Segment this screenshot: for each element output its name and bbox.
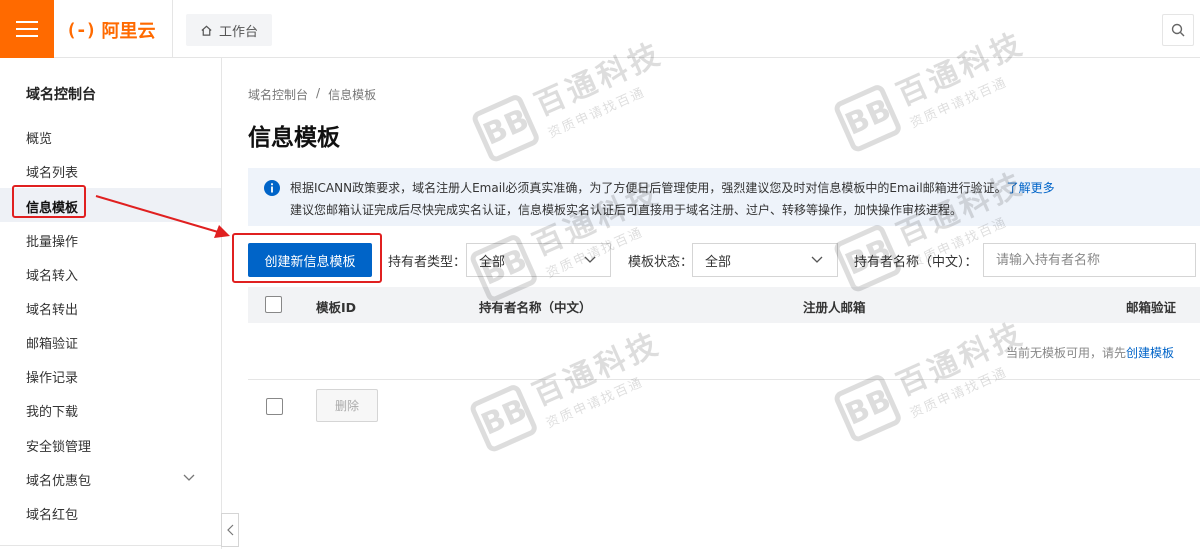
owner-name-label: 持有者名称（中文）：	[854, 255, 978, 270]
create-template-link[interactable]: 创建模板	[1126, 346, 1174, 360]
hamburger-menu-icon[interactable]	[0, 0, 54, 58]
topbar-divider	[172, 0, 173, 58]
owner-type-value: 全部	[479, 254, 506, 270]
breadcrumb-current: 信息模板	[328, 88, 377, 102]
column-email-verified: 邮箱验证	[1126, 300, 1177, 315]
sidebar-item-overview[interactable]: 概览	[26, 128, 52, 147]
watermark-logo: BB	[831, 82, 904, 154]
status-label: 模板状态：	[628, 255, 694, 270]
workbench-label: 工作台	[219, 24, 259, 40]
table-header: 模板ID 持有者名称（中文） 注册人邮箱 邮箱验证	[248, 287, 1200, 323]
sidebar-item-transfer-in[interactable]: 域名转入	[26, 265, 78, 284]
empty-message: 当前无模板可用，请先创建模板	[1006, 344, 1174, 361]
status-select[interactable]: 全部	[692, 243, 838, 277]
info-icon	[264, 180, 280, 196]
owner-type-select[interactable]: 全部	[466, 243, 611, 277]
home-icon	[201, 25, 212, 36]
logo-mark: (-)	[66, 19, 96, 41]
learn-more-link[interactable]: 了解更多	[1007, 181, 1055, 195]
breadcrumb-separator: /	[316, 86, 321, 100]
watermark-subtext: 资质申请找百通	[907, 75, 1011, 132]
sidebar-item-discount-pack[interactable]: 域名优惠包	[26, 470, 91, 489]
sidebar-item-security-lock[interactable]: 安全锁管理	[26, 436, 91, 455]
empty-text: 当前无模板可用，请先	[1005, 346, 1126, 360]
logo-text: 阿里云	[101, 21, 156, 42]
search-icon	[1171, 23, 1185, 37]
sidebar-item-red-packet[interactable]: 域名红包	[26, 504, 78, 523]
sidebar-item-downloads[interactable]: 我的下载	[26, 401, 78, 420]
filter-bar: 创建新信息模板 持有者类型： 全部 模板状态： 全部 持有者名称（中文）：	[248, 243, 1200, 277]
search-button[interactable]	[1162, 14, 1194, 46]
sidebar-divider	[0, 545, 221, 546]
breadcrumb-root[interactable]: 域名控制台	[248, 86, 308, 103]
aliyun-logo[interactable]: (-) 阿里云	[66, 17, 156, 43]
sidebar-item-transfer-out[interactable]: 域名转出	[26, 299, 78, 318]
bulk-select-checkbox[interactable]	[266, 398, 283, 415]
column-registrant-email: 注册人邮箱	[803, 300, 866, 315]
chevron-left-icon	[226, 524, 233, 536]
notice-line-1: 根据ICANN政策要求，域名注册人Email必须真实准确，为了方便日后管理使用，…	[290, 177, 1200, 199]
watermark-logo: BB	[469, 92, 542, 164]
chevron-down-icon	[811, 256, 823, 263]
info-notice: 根据ICANN政策要求，域名注册人Email必须真实准确，为了方便日后管理使用，…	[248, 168, 1200, 226]
status-value: 全部	[705, 254, 732, 270]
watermark-logo: BB	[467, 382, 540, 454]
sidebar-item-email-verify[interactable]: 邮箱验证	[26, 333, 78, 352]
sidebar-item-domain-list[interactable]: 域名列表	[26, 162, 78, 181]
sidebar-item-batch[interactable]: 批量操作	[26, 231, 78, 250]
sidebar: 域名控制台 概览 域名列表 信息模板 批量操作 域名转入 域名转出 邮箱验证 操…	[0, 58, 222, 549]
annotation-box-create	[232, 233, 382, 283]
watermark-subtext: 资质申请找百通	[545, 85, 649, 142]
chevron-down-icon[interactable]	[183, 474, 195, 482]
sidebar-collapse-button[interactable]	[221, 513, 239, 547]
watermark-logo: BB	[831, 372, 904, 444]
sidebar-title: 域名控制台	[26, 87, 96, 103]
delete-button[interactable]: 删除	[316, 389, 378, 422]
table-empty-row: 当前无模板可用，请先创建模板	[248, 323, 1200, 380]
owner-name-input[interactable]	[983, 243, 1196, 277]
column-template-id: 模板ID	[316, 300, 357, 315]
page-title: 信息模板	[248, 125, 340, 151]
owner-type-label: 持有者类型：	[388, 255, 467, 270]
breadcrumb: 域名控制台 / 信息模板	[248, 86, 376, 103]
notice-text-1: 根据ICANN政策要求，域名注册人Email必须真实准确，为了方便日后管理使用，…	[290, 181, 1007, 195]
sidebar-item-op-log[interactable]: 操作记录	[26, 367, 78, 386]
notice-line-2: 建议您邮箱认证完成后尽快完成实名认证，信息模板实名认证后可直接用于域名注册、过户…	[290, 203, 963, 217]
column-owner-name: 持有者名称（中文）	[479, 300, 592, 315]
annotation-box-sidebar	[12, 185, 86, 218]
workbench-button[interactable]: 工作台	[186, 14, 273, 46]
select-all-checkbox[interactable]	[265, 296, 282, 313]
top-bar: (-) 阿里云 工作台	[0, 0, 1200, 58]
chevron-down-icon	[584, 256, 596, 263]
